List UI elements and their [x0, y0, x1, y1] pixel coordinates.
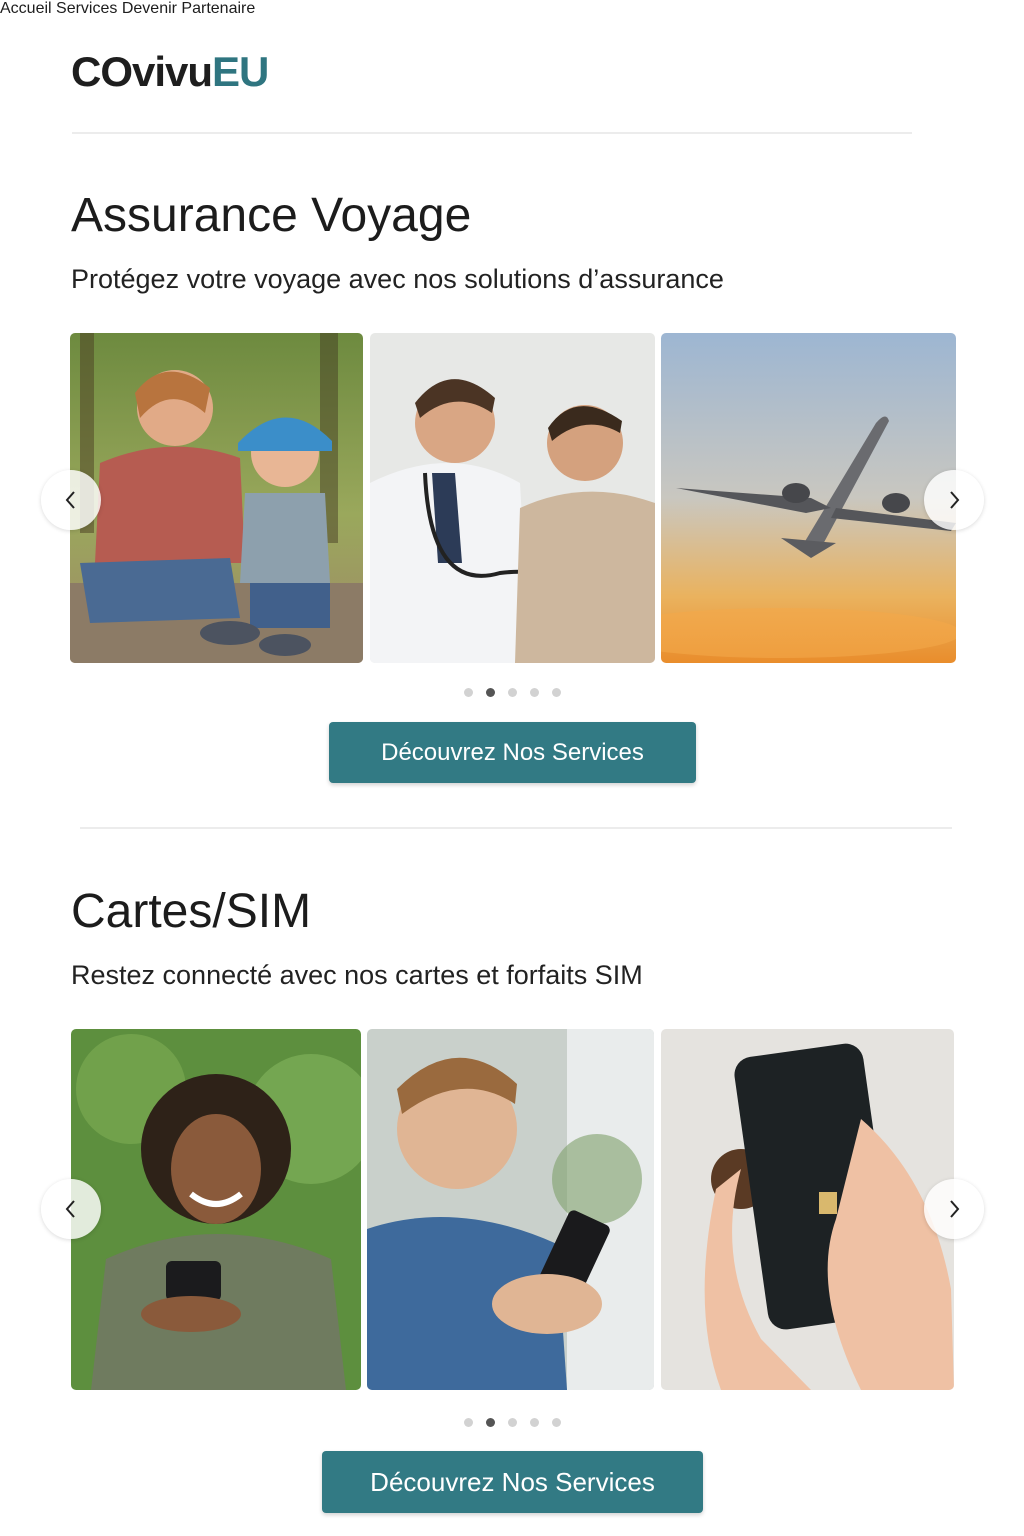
carousel-prev-button[interactable] [41, 1179, 101, 1239]
carousel-dot-active[interactable] [485, 1418, 495, 1427]
nav-link-accueil[interactable]: Accueil [0, 0, 52, 17]
carousel-dot[interactable] [529, 688, 539, 697]
carousel-dots-assurance [0, 688, 1024, 697]
chevron-right-icon [950, 1200, 960, 1218]
carousel-dot[interactable] [529, 1418, 539, 1427]
carousel-next-button[interactable] [924, 470, 984, 530]
discover-services-button[interactable]: Découvrez Nos Services [329, 722, 696, 783]
logo-accent-text: EU [212, 48, 269, 95]
slide-woman-phone-image [71, 1029, 361, 1390]
carousel-dot[interactable] [507, 688, 517, 697]
carousel-dot[interactable] [551, 1418, 561, 1427]
carousel-dot[interactable] [463, 688, 473, 697]
carousel-prev-button[interactable] [41, 470, 101, 530]
discover-services-button[interactable]: Découvrez Nos Services [322, 1451, 703, 1513]
section-title-sim: Cartes/SIM [71, 885, 312, 938]
section-subtitle-sim: Restez connecté avec nos cartes et forfa… [71, 960, 643, 990]
section-divider [80, 827, 952, 829]
carousel-dot-active[interactable] [485, 688, 495, 697]
slide-airplane-image [661, 333, 956, 663]
carousel-next-button[interactable] [924, 1179, 984, 1239]
slide-man-phone-image [367, 1029, 654, 1390]
carousel-dot[interactable] [507, 1418, 517, 1427]
site-header: COvivuEU Accueil Services Devenir Parten… [0, 0, 1024, 134]
carousel-dot[interactable] [463, 1418, 473, 1427]
header-divider [72, 132, 912, 134]
brand-logo[interactable]: COvivuEU [71, 48, 269, 96]
nav-link-services[interactable]: Services [56, 0, 117, 17]
carousel-dots-sim [0, 1418, 1024, 1427]
section-subtitle-assurance: Protégez votre voyage avec nos solutions… [71, 264, 724, 294]
carousel-dot[interactable] [551, 688, 561, 697]
slide-parent-child-image [70, 333, 363, 663]
chevron-left-icon [65, 1200, 75, 1218]
chevron-left-icon [65, 491, 75, 509]
chevron-right-icon [950, 491, 960, 509]
nav-link-devenir-partenaire[interactable]: Devenir Partenaire [122, 0, 255, 17]
logo-text: COvivu [71, 48, 213, 95]
slide-doctor-image [370, 333, 655, 663]
section-title-assurance: Assurance Voyage [71, 189, 472, 242]
carousel-sim [41, 1029, 984, 1390]
slide-sim-card-image [661, 1029, 954, 1390]
carousel-assurance [41, 333, 984, 663]
